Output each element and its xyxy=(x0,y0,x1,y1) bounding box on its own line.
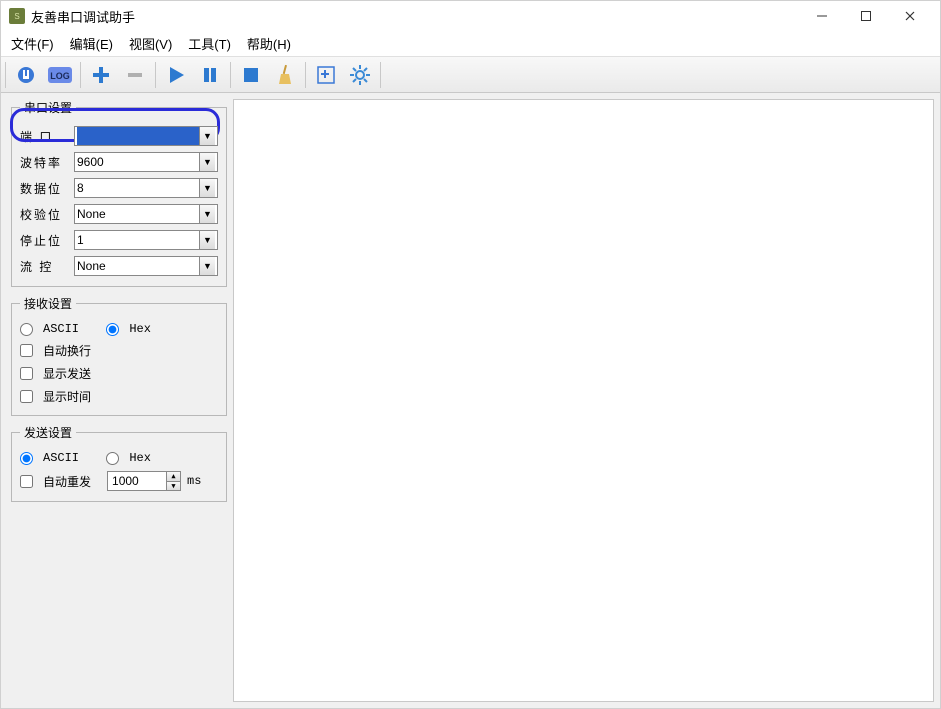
log-button[interactable]: LOG xyxy=(46,61,74,89)
app-icon: S xyxy=(9,8,25,24)
menubar: 文件(F) 编辑(E) 视图(V) 工具(T) 帮助(H) xyxy=(1,31,940,57)
databits-label: 数据位 xyxy=(20,180,68,197)
baud-label: 波特率 xyxy=(20,154,68,171)
chevron-down-icon[interactable]: ▼ xyxy=(199,231,215,249)
settings-button[interactable] xyxy=(346,61,374,89)
parity-label: 校验位 xyxy=(20,206,68,223)
stopbits-value: 1 xyxy=(77,233,199,247)
stopbits-label: 停止位 xyxy=(20,232,68,249)
parity-combo[interactable]: None ▼ xyxy=(74,204,218,224)
sidebar: 串口设置 端 口 ▼ 波特率 9600 ▼ 数据位 8 xyxy=(1,93,233,708)
baud-value: 9600 xyxy=(77,155,199,169)
stopbits-combo[interactable]: 1 ▼ xyxy=(74,230,218,250)
receive-settings-legend: 接收设置 xyxy=(20,295,76,312)
chevron-down-icon[interactable]: ▼ xyxy=(199,205,215,223)
connect-button[interactable] xyxy=(12,61,40,89)
spin-up-icon[interactable]: ▲ xyxy=(167,472,180,482)
menu-help[interactable]: 帮助(H) xyxy=(243,32,295,55)
autoresend-checkbox[interactable] xyxy=(20,475,33,488)
showtime-label: 显示时间 xyxy=(43,388,91,405)
autowrap-label: 自动换行 xyxy=(43,342,91,359)
clean-button[interactable] xyxy=(271,61,299,89)
interval-unit: ms xyxy=(187,474,201,488)
send-hex-label: Hex xyxy=(129,451,151,465)
menu-edit[interactable]: 编辑(E) xyxy=(66,32,117,55)
chevron-down-icon[interactable]: ▼ xyxy=(199,179,215,197)
spin-down-icon[interactable]: ▼ xyxy=(167,482,180,491)
menu-tools[interactable]: 工具(T) xyxy=(184,32,235,55)
databits-combo[interactable]: 8 ▼ xyxy=(74,178,218,198)
receive-settings-group: 接收设置 ASCII Hex 自动换行 显示发送 xyxy=(11,295,227,416)
send-settings-group: 发送设置 ASCII Hex 自动重发 ▲ xyxy=(11,424,227,502)
port-combo[interactable]: ▼ xyxy=(74,126,218,146)
output-pane[interactable] xyxy=(233,99,934,702)
content-area: 串口设置 端 口 ▼ 波特率 9600 ▼ 数据位 8 xyxy=(1,93,940,708)
recv-hex-radio[interactable] xyxy=(106,323,119,336)
flow-value: None xyxy=(77,259,199,273)
window-title: 友善串口调试助手 xyxy=(31,7,135,26)
flow-combo[interactable]: None ▼ xyxy=(74,256,218,276)
interval-spinner[interactable]: ▲ ▼ xyxy=(107,471,181,491)
recv-ascii-radio[interactable] xyxy=(20,323,33,336)
chevron-down-icon[interactable]: ▼ xyxy=(199,257,215,275)
toolbar: LOG xyxy=(1,57,940,93)
send-ascii-label: ASCII xyxy=(43,451,79,465)
showtime-checkbox[interactable] xyxy=(20,390,33,403)
titlebar: S 友善串口调试助手 xyxy=(1,1,940,31)
remove-button[interactable] xyxy=(121,61,149,89)
chevron-down-icon[interactable]: ▼ xyxy=(199,127,215,145)
pause-button[interactable] xyxy=(196,61,224,89)
minimize-button[interactable] xyxy=(800,2,844,30)
send-hex-radio[interactable] xyxy=(106,452,119,465)
databits-value: 8 xyxy=(77,181,199,195)
maximize-button[interactable] xyxy=(844,2,888,30)
svg-text:LOG: LOG xyxy=(50,71,70,81)
serial-settings-legend: 串口设置 xyxy=(20,99,76,116)
parity-value: None xyxy=(77,207,199,221)
recv-ascii-label: ASCII xyxy=(43,322,79,336)
port-value xyxy=(77,127,199,145)
menu-file[interactable]: 文件(F) xyxy=(7,32,58,55)
close-button[interactable] xyxy=(888,2,932,30)
showsend-checkbox[interactable] xyxy=(20,367,33,380)
serial-settings-group: 串口设置 端 口 ▼ 波特率 9600 ▼ 数据位 8 xyxy=(11,99,227,287)
send-ascii-radio[interactable] xyxy=(20,452,33,465)
port-label: 端 口 xyxy=(20,128,68,145)
recv-hex-label: Hex xyxy=(129,322,151,336)
flow-label: 流 控 xyxy=(20,258,68,275)
autowrap-checkbox[interactable] xyxy=(20,344,33,357)
interval-input[interactable] xyxy=(108,472,166,490)
autoresend-label: 自动重发 xyxy=(43,473,91,490)
send-settings-legend: 发送设置 xyxy=(20,424,76,441)
play-button[interactable] xyxy=(162,61,190,89)
new-window-button[interactable] xyxy=(312,61,340,89)
add-button[interactable] xyxy=(87,61,115,89)
showsend-label: 显示发送 xyxy=(43,365,91,382)
baud-combo[interactable]: 9600 ▼ xyxy=(74,152,218,172)
chevron-down-icon[interactable]: ▼ xyxy=(199,153,215,171)
clear-button[interactable] xyxy=(237,61,265,89)
menu-view[interactable]: 视图(V) xyxy=(125,32,176,55)
